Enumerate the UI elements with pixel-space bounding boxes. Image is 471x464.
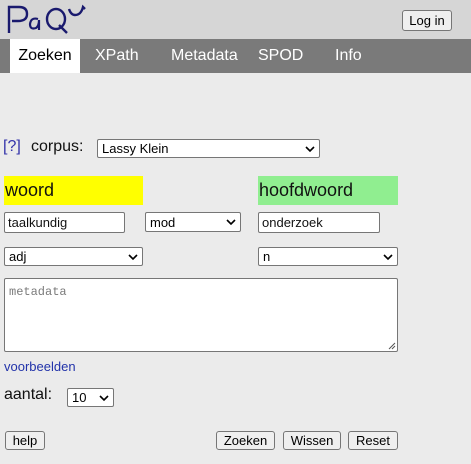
chevron-down-icon: [305, 145, 315, 152]
main-nav: Zoeken XPath Metadata SPOD Info: [0, 39, 471, 73]
tab-xpath[interactable]: XPath: [95, 39, 139, 73]
paqu-logo[interactable]: [5, 3, 89, 37]
word-input[interactable]: taalkundig: [4, 212, 125, 233]
corpus-select-value: Lassy Klein: [102, 141, 169, 156]
metadata-placeholder: metadata: [9, 285, 67, 299]
clear-button[interactable]: Wissen: [283, 431, 341, 450]
word-label: woord: [4, 176, 143, 205]
metadata-textarea[interactable]: metadata: [4, 278, 398, 352]
word-pos-select[interactable]: adj: [4, 247, 143, 266]
search-button[interactable]: Zoeken: [216, 431, 275, 450]
tab-info[interactable]: Info: [335, 39, 362, 73]
word-pos-value: adj: [9, 249, 27, 264]
tab-spod[interactable]: SPOD: [258, 39, 303, 73]
corpus-select[interactable]: Lassy Klein: [97, 139, 320, 158]
relation-select-value: mod: [150, 214, 176, 230]
relation-select[interactable]: mod: [145, 212, 241, 232]
header: Log in: [0, 0, 471, 39]
chevron-down-icon: [99, 394, 109, 401]
tab-metadata[interactable]: Metadata: [171, 39, 238, 73]
resize-grip-icon[interactable]: [388, 342, 396, 350]
reset-button[interactable]: Reset: [348, 431, 398, 450]
help-button[interactable]: help: [5, 431, 45, 450]
chevron-down-icon: [226, 219, 236, 226]
head-pos-select[interactable]: n: [258, 247, 398, 266]
corpus-label: corpus:: [31, 138, 84, 155]
count-label: aantal:: [4, 386, 53, 403]
head-word-input[interactable]: onderzoek: [258, 212, 380, 233]
count-select[interactable]: 10: [67, 388, 114, 407]
head-word-label: hoofdwoord: [258, 176, 398, 205]
login-button[interactable]: Log in: [402, 10, 452, 31]
head-pos-value: n: [263, 249, 271, 264]
chevron-down-icon: [128, 253, 138, 260]
chevron-down-icon: [383, 253, 393, 260]
examples-link[interactable]: voorbeelden: [4, 359, 76, 374]
count-select-value: 10: [72, 390, 87, 405]
help-link[interactable]: [?]: [3, 138, 21, 156]
tab-zoeken[interactable]: Zoeken: [10, 39, 80, 73]
